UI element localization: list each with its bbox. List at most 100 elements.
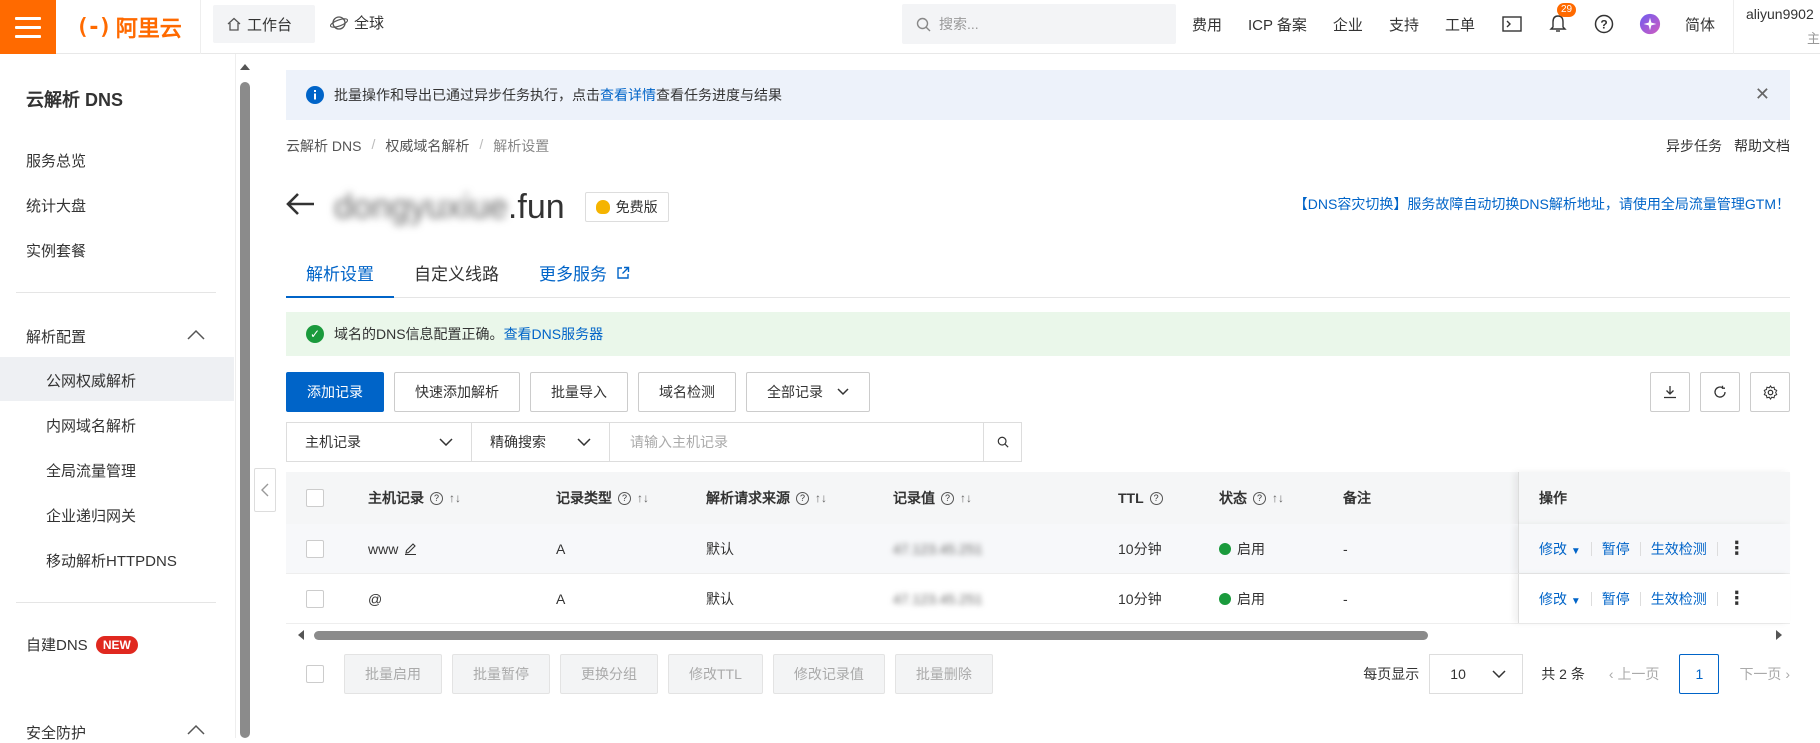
per-page-select[interactable]: 10: [1429, 654, 1524, 694]
more-actions-icon[interactable]: ⋮: [1728, 538, 1746, 559]
sidebar-item-httpdns[interactable]: 移动解析HTTPDNS: [46, 550, 177, 571]
region-selector[interactable]: 全球: [330, 12, 384, 33]
help-docs-link[interactable]: 帮助文档: [1734, 136, 1790, 156]
user-menu[interactable]: aliyun9902 主: [1733, 0, 1820, 54]
select-all-checkbox-bottom[interactable]: [306, 665, 324, 683]
sidebar-collapse-handle[interactable]: [254, 468, 276, 512]
scroll-thumb[interactable]: [314, 631, 1428, 640]
domain-check-button[interactable]: 域名检测: [638, 372, 736, 412]
bulk-pause-button[interactable]: 批量暂停: [452, 654, 550, 694]
search-button[interactable]: [984, 422, 1022, 462]
modify-button[interactable]: 修改 ▼: [1539, 539, 1581, 559]
help-icon[interactable]: ?: [941, 491, 954, 505]
sidebar-item-overview[interactable]: 服务总览: [26, 150, 86, 171]
batch-import-button[interactable]: 批量导入: [530, 372, 628, 412]
table-horizontal-scrollbar[interactable]: [286, 628, 1790, 642]
sort-icon[interactable]: ↑↓: [815, 491, 827, 505]
download-icon[interactable]: [1650, 372, 1690, 412]
chevron-up-icon[interactable]: [186, 724, 206, 736]
help-icon[interactable]: ?: [1593, 13, 1615, 35]
col-status[interactable]: 状态? ↑↓: [1219, 472, 1284, 524]
quick-add-button[interactable]: 快速添加解析: [394, 372, 520, 412]
ai-assistant-icon[interactable]: [1639, 13, 1661, 35]
tab-custom-lines[interactable]: 自定义线路: [394, 250, 519, 298]
tab-more-services[interactable]: 更多服务: [519, 250, 650, 298]
sidebar-item-self-dns[interactable]: 自建DNS NEW: [26, 634, 138, 655]
top-link-support[interactable]: 支持: [1389, 14, 1419, 35]
async-tasks-link[interactable]: 异步任务: [1666, 136, 1722, 156]
back-arrow-icon[interactable]: [286, 192, 316, 222]
help-icon[interactable]: ?: [430, 491, 443, 505]
sidebar-item-recursive[interactable]: 企业递归网关: [46, 505, 136, 526]
sidebar-scrollbar[interactable]: [238, 54, 252, 738]
edit-pencil-icon[interactable]: [404, 542, 417, 555]
select-all-checkbox[interactable]: [306, 489, 324, 507]
col-value[interactable]: 记录值? ↑↓: [893, 472, 972, 524]
bulk-enable-button[interactable]: 批量启用: [344, 654, 442, 694]
record-filter-dropdown[interactable]: 全部记录: [746, 372, 870, 412]
col-source[interactable]: 解析请求来源? ↑↓: [706, 472, 827, 524]
workbench-button[interactable]: 工作台: [213, 5, 315, 43]
row-checkbox[interactable]: [306, 589, 324, 608]
col-type[interactable]: 记录类型? ↑↓: [556, 472, 649, 524]
table-row[interactable]: @ A 默认 47.123.45.251 10分钟 启用 - 修改 ▼ 暂停 生…: [286, 574, 1790, 624]
col-host[interactable]: 主机记录? ↑↓: [368, 472, 461, 524]
check-effect-button[interactable]: 生效检测: [1651, 539, 1707, 559]
scroll-thumb[interactable]: [240, 82, 250, 738]
help-icon[interactable]: ?: [1149, 491, 1163, 505]
aliyun-logo[interactable]: (-) 阿里云: [76, 12, 182, 42]
page-1-button[interactable]: 1: [1679, 654, 1720, 694]
pause-button[interactable]: 暂停: [1602, 589, 1630, 609]
top-link-enterprise[interactable]: 企业: [1333, 14, 1363, 35]
gtm-promo-link[interactable]: 【DNS容灾切换】服务故障自动切换DNS解析地址，请使用全局流量管理GTM！: [1294, 194, 1790, 214]
sort-icon[interactable]: ↑↓: [1272, 491, 1284, 505]
modify-button[interactable]: 修改 ▼: [1539, 589, 1581, 609]
filter-field-select[interactable]: 主机记录: [286, 422, 472, 462]
menu-icon[interactable]: [0, 0, 56, 54]
modify-value-button[interactable]: 修改记录值: [772, 654, 885, 694]
top-link-ticket[interactable]: 工单: [1445, 14, 1475, 35]
sidebar-item-instances[interactable]: 实例套餐: [26, 240, 86, 261]
sidebar-group-security[interactable]: 安全防护: [26, 722, 86, 743]
sidebar-item-dashboard[interactable]: 统计大盘: [26, 195, 86, 216]
more-actions-icon[interactable]: ⋮: [1728, 588, 1746, 609]
scroll-up-arrow[interactable]: [240, 64, 250, 70]
top-link-fees[interactable]: 费用: [1192, 14, 1222, 35]
settings-icon[interactable]: [1750, 372, 1790, 412]
notice-detail-link[interactable]: 查看详情: [600, 87, 656, 103]
search-input[interactable]: 搜索...: [902, 4, 1176, 44]
refresh-icon[interactable]: [1700, 372, 1740, 412]
table-row[interactable]: www A 默认 47.123.45.251 10分钟 启用 - 修改 ▼ 暂停…: [286, 524, 1790, 574]
language-switch[interactable]: 简体: [1685, 14, 1715, 35]
tab-dns-settings[interactable]: 解析设置: [286, 250, 394, 298]
modify-ttl-button[interactable]: 修改TTL: [668, 654, 763, 694]
filter-mode-select[interactable]: 精确搜索: [472, 422, 610, 462]
terminal-icon[interactable]: [1501, 13, 1523, 35]
bell-icon[interactable]: 29: [1547, 3, 1577, 35]
help-icon[interactable]: ?: [618, 491, 631, 505]
breadcrumb-dns[interactable]: 云解析 DNS: [286, 136, 361, 156]
breadcrumb-authoritative[interactable]: 权威域名解析: [385, 136, 469, 156]
chevron-up-icon[interactable]: [186, 329, 206, 341]
check-effect-button[interactable]: 生效检测: [1651, 589, 1707, 609]
scroll-right-arrow[interactable]: [1776, 630, 1782, 640]
prev-page-button[interactable]: ‹ 上一页: [1609, 664, 1660, 684]
sort-icon[interactable]: ↑↓: [637, 491, 649, 505]
close-icon[interactable]: ✕: [1755, 84, 1770, 105]
sort-icon[interactable]: ↑↓: [960, 491, 972, 505]
view-dns-servers-link[interactable]: 查看DNS服务器: [504, 324, 604, 344]
pause-button[interactable]: 暂停: [1602, 539, 1630, 559]
host-record-input[interactable]: 请输入主机记录: [610, 422, 984, 462]
change-group-button[interactable]: 更换分组: [560, 654, 658, 694]
scroll-left-arrow[interactable]: [298, 630, 304, 640]
sidebar-item-private-dns[interactable]: 内网域名解析: [46, 415, 136, 436]
row-checkbox[interactable]: [306, 539, 324, 558]
sidebar-item-public-dns[interactable]: 公网权威解析: [46, 370, 136, 391]
top-link-icp[interactable]: ICP 备案: [1248, 14, 1307, 35]
help-icon[interactable]: ?: [796, 491, 809, 505]
bulk-delete-button[interactable]: 批量删除: [894, 654, 993, 694]
sidebar-group-dns[interactable]: 解析配置: [26, 326, 86, 347]
sidebar-item-gtm[interactable]: 全局流量管理: [46, 460, 136, 481]
add-record-button[interactable]: 添加记录: [286, 372, 384, 412]
next-page-button[interactable]: 下一页 ›: [1739, 664, 1790, 684]
